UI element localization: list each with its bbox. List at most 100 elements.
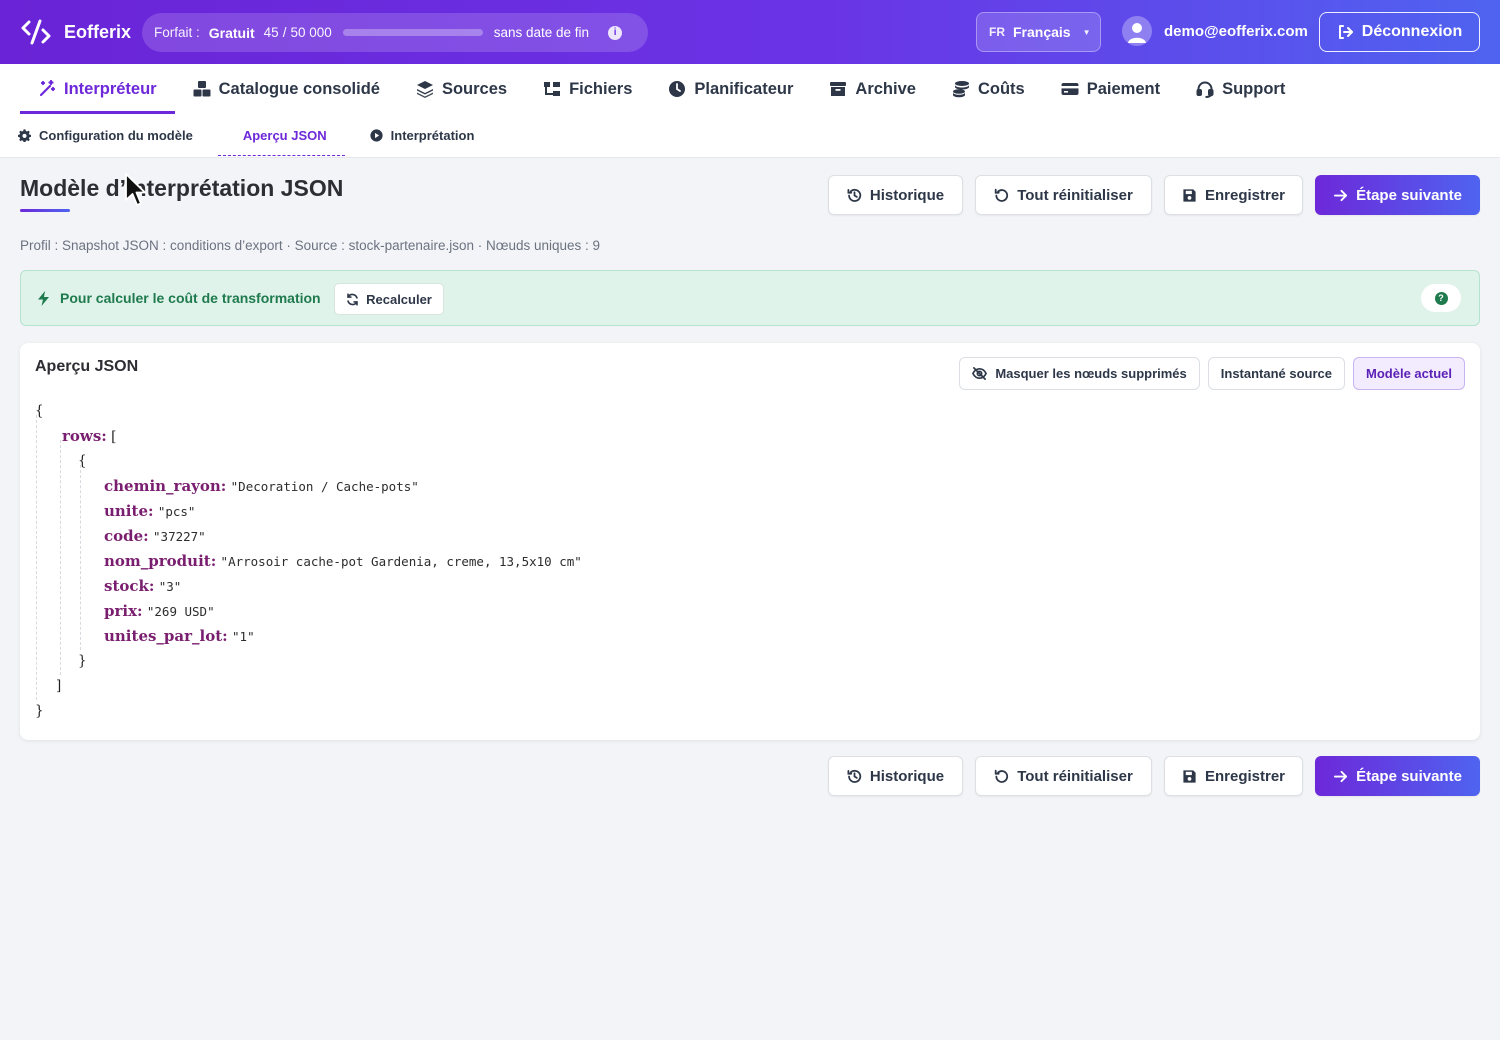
save-button[interactable]: Enregistrer (1164, 756, 1303, 796)
nav-item-planificateur[interactable]: Planificateur (650, 64, 811, 114)
json-value: "Arrosoir cache-pot Gardenia, creme, 13,… (220, 554, 582, 569)
json-key: unite: (104, 502, 154, 520)
history-button[interactable]: Historique (828, 175, 963, 215)
play-circle-icon (370, 128, 383, 142)
next-step-button[interactable]: Étape suivante (1315, 175, 1480, 215)
json-field[interactable]: chemin_rayon: "Decoration / Cache-pots" (104, 474, 419, 499)
preview-toolbar: Masquer les nœuds supprimés Instantané s… (959, 357, 1465, 390)
page-title: Modèle d’interprétation JSON (20, 175, 344, 201)
magic-wand-icon (39, 80, 56, 97)
current-model-button[interactable]: Modèle actuel (1353, 357, 1465, 390)
plan-name: Gratuit (208, 24, 255, 41)
tab-interpretation[interactable]: Interprétation (370, 114, 500, 156)
tab-label: Aperçu JSON (242, 127, 327, 143)
json-key: rows: (62, 427, 107, 445)
nav-item-interpreteur[interactable]: Interpréteur (20, 64, 175, 114)
app-name: Eofferix (64, 21, 132, 42)
arrow-right-icon (1334, 770, 1348, 782)
arrow-right-icon (1334, 189, 1348, 201)
json-key: stock: (104, 577, 155, 595)
json-value: "269 USD" (146, 604, 215, 619)
reset-all-button[interactable]: Tout réinitialiser (975, 175, 1152, 215)
nav-item-label: Catalogue consolidé (218, 79, 380, 98)
notice-text-wrap: Pour calculer le coût de transformation (37, 290, 321, 306)
json-field[interactable]: nom_produit: "Arrosoir cache-pot Gardeni… (104, 549, 582, 574)
nav-item-archive[interactable]: Archive (811, 64, 934, 114)
app-logo[interactable]: Eofferix (20, 18, 131, 46)
nav-item-label: Coûts (977, 79, 1025, 98)
reset-label: Tout réinitialiser (1017, 186, 1133, 204)
nav-item-support[interactable]: Support (1178, 64, 1303, 114)
json-field[interactable]: code: "37227" (104, 524, 206, 549)
main-nav: Interpréteur Catalogue consolidé Sources… (0, 64, 1500, 114)
cost-notice: Pour calculer le coût de transformation … (20, 270, 1480, 326)
undo-icon (995, 188, 1009, 202)
user-avatar-icon (1122, 16, 1152, 46)
json-bracket: [ (111, 429, 117, 445)
notice-text: Pour calculer le coût de transformation (60, 290, 321, 306)
bottom-action-bar: Historique Tout réinitialiser Enregistre… (828, 756, 1480, 796)
plan-usage-pill: Forfait : Gratuit 45 / 50 000 sans date … (142, 13, 648, 52)
reset-all-button[interactable]: Tout réinitialiser (975, 756, 1152, 796)
language-code: FR (989, 25, 1005, 39)
json-field[interactable]: prix: "269 USD" (104, 599, 215, 624)
logout-icon (1338, 25, 1353, 39)
tab-configuration[interactable]: Configuration du modèle (18, 114, 218, 156)
json-field[interactable]: stock: "3" (104, 574, 181, 599)
boxes-icon (193, 81, 211, 97)
nav-item-label: Support (1222, 79, 1286, 98)
plan-progress-bar (342, 29, 483, 36)
nav-item-fichiers[interactable]: Fichiers (525, 64, 650, 114)
json-value: "37227" (153, 529, 206, 544)
source-snapshot-button[interactable]: Instantané source (1207, 357, 1346, 390)
refresh-icon (347, 292, 358, 306)
plan-expiry: sans date de fin (493, 25, 590, 40)
save-icon (1183, 188, 1196, 202)
user-menu[interactable]: demo@eofferix.com (1122, 16, 1308, 46)
save-label: Enregistrer (1204, 186, 1286, 204)
logout-button[interactable]: Déconnexion (1319, 12, 1480, 52)
sub-nav: Configuration du modèle Aperçu JSON Inte… (0, 114, 1500, 158)
history-button[interactable]: Historique (828, 756, 963, 796)
help-button[interactable]: ? (1421, 284, 1461, 312)
recalculate-button[interactable]: Recalculer (334, 283, 444, 315)
plan-used: 45 (263, 25, 279, 40)
nav-item-label: Interpréteur (64, 79, 157, 98)
next-label: Étape suivante (1356, 186, 1462, 204)
json-key: code: (104, 527, 149, 545)
indent-guide (36, 415, 37, 700)
plan-sep: / (282, 25, 287, 40)
save-label: Enregistrer (1204, 767, 1286, 785)
indent-guide (80, 465, 81, 650)
coins-icon (952, 81, 969, 98)
nav-item-paiement[interactable]: Paiement (1043, 64, 1178, 114)
tab-apercu-json[interactable]: Aperçu JSON (217, 114, 345, 156)
hide-deleted-nodes-button[interactable]: Masquer les nœuds supprimés (959, 357, 1200, 390)
nav-item-catalogue[interactable]: Catalogue consolidé (175, 64, 398, 114)
history-label: Historique (869, 767, 945, 785)
file-tree-icon (544, 82, 561, 96)
history-label: Historique (869, 186, 945, 204)
nav-item-label: Sources (441, 79, 508, 98)
history-icon (847, 188, 862, 202)
mouse-cursor-icon (125, 173, 146, 206)
info-icon[interactable]: i (608, 25, 623, 40)
json-value: "1" (232, 629, 255, 644)
nav-item-label: Archive (855, 79, 916, 98)
json-field[interactable]: unites_par_lot: "1" (104, 624, 255, 649)
current-model-label: Modèle actuel (1366, 366, 1452, 381)
save-button[interactable]: Enregistrer (1164, 175, 1303, 215)
nav-item-sources[interactable]: Sources (398, 64, 525, 114)
next-step-button[interactable]: Étape suivante (1315, 756, 1480, 796)
language-selector[interactable]: FR Français ▼ (976, 12, 1101, 52)
archive-icon (830, 82, 847, 96)
layers-icon (416, 81, 433, 98)
caret-down-icon: ▼ (1082, 27, 1091, 37)
plan-usage: 45 / 50 000 (264, 25, 332, 40)
json-field[interactable]: unite: "pcs" (104, 499, 195, 524)
headset-icon (1196, 81, 1214, 98)
source-snapshot-label: Instantané source (1220, 366, 1333, 381)
nav-item-couts[interactable]: Coûts (934, 64, 1043, 114)
title-underline (20, 209, 70, 212)
json-close-brace: } (35, 703, 44, 719)
